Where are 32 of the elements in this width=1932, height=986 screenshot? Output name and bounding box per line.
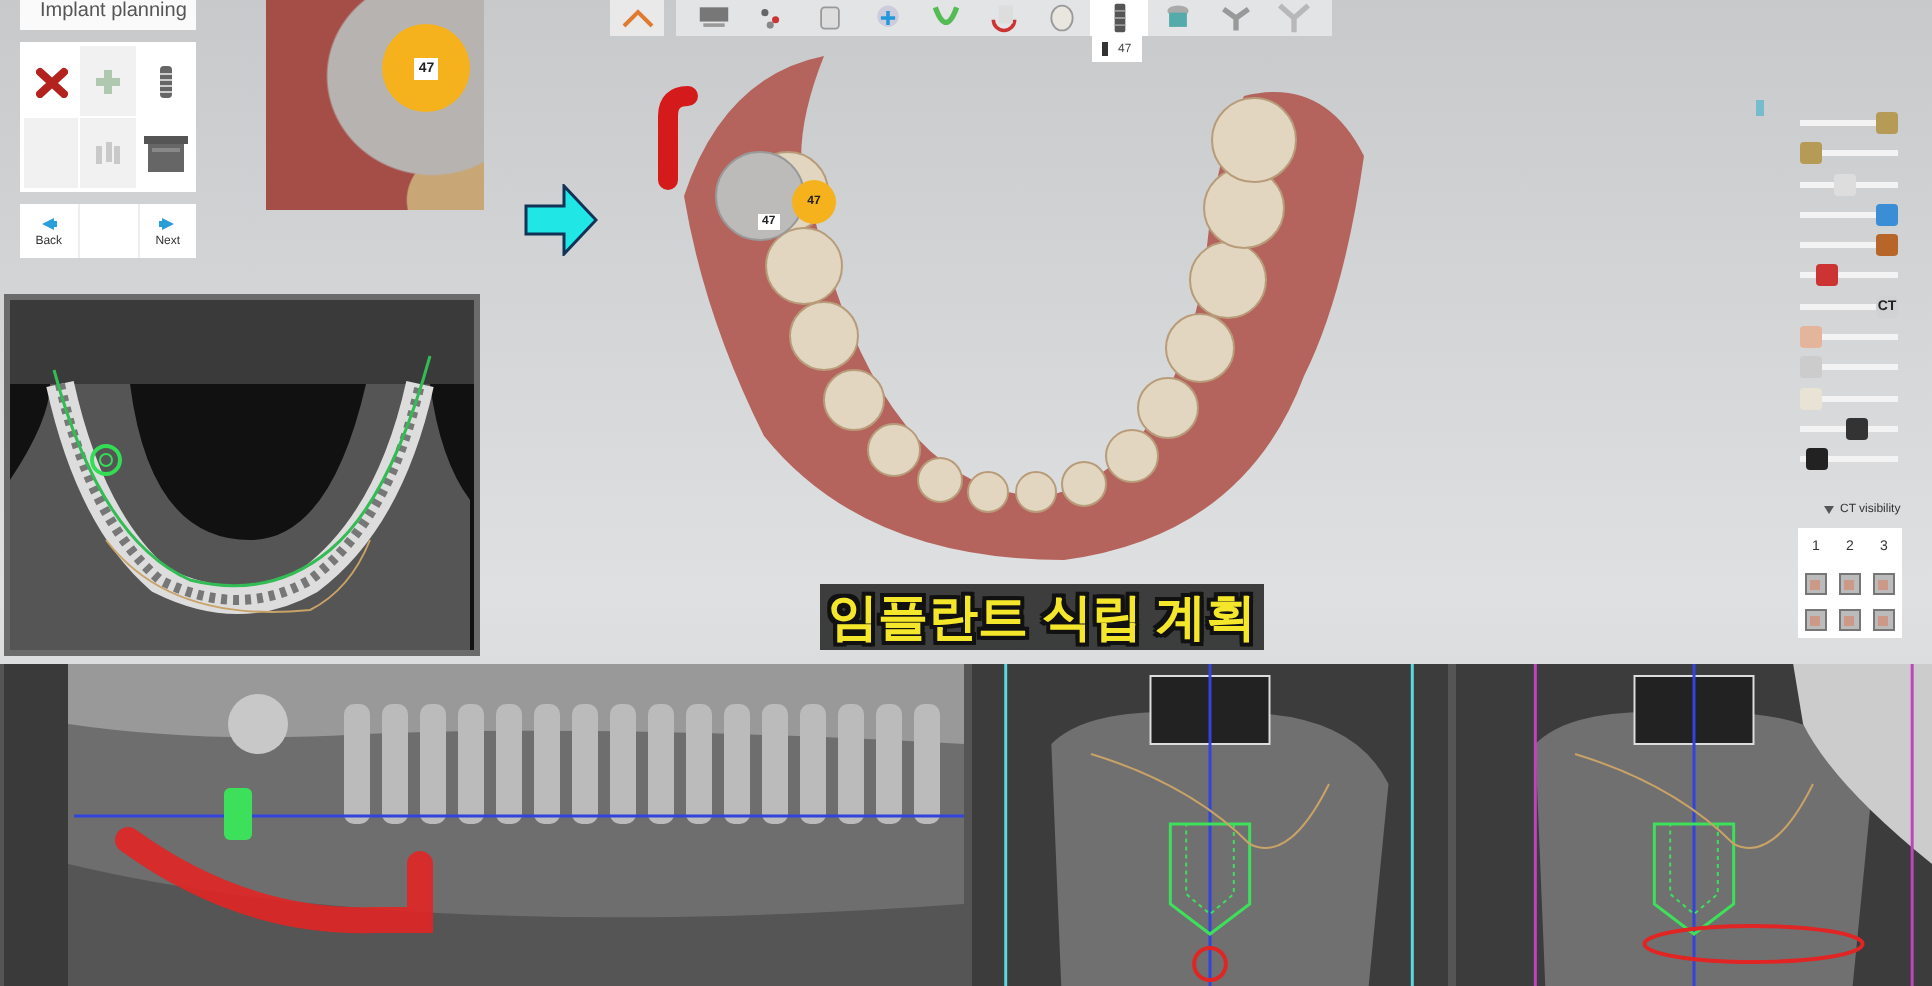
sleeve-icon (143, 135, 188, 171)
cube-icon (1872, 607, 1896, 632)
step-title: Implant planning (20, 0, 197, 30)
delete-icon (35, 65, 68, 97)
slider-handle[interactable] (1800, 326, 1822, 349)
slider-handle[interactable] (1876, 112, 1898, 134)
slider-handle[interactable] (1806, 448, 1829, 471)
slider-handle[interactable] (1800, 387, 1822, 410)
implant-icon (1102, 42, 1108, 56)
cube-icon (1804, 607, 1828, 632)
slider-handle[interactable] (1800, 356, 1822, 379)
fan-icon (1217, 2, 1253, 34)
plus-icon (94, 67, 123, 95)
implant-icon (157, 65, 174, 97)
cube-icon (1838, 571, 1862, 596)
implants-icon (94, 141, 123, 165)
slider-handle[interactable] (1815, 264, 1838, 287)
home-icon (621, 8, 653, 28)
cube-icon (1872, 571, 1896, 596)
home-button[interactable] (610, 0, 664, 36)
implant-icon (1111, 2, 1127, 34)
slider-handle[interactable] (1876, 234, 1898, 257)
caret-icon (1824, 506, 1834, 515)
cube-icon (1804, 571, 1828, 596)
cube-icon (1838, 607, 1862, 632)
caption: 임플란트 식립 계획 (820, 584, 1264, 650)
slider-handle[interactable] (1845, 417, 1868, 440)
implant-tool-button[interactable] (1090, 0, 1148, 36)
slider-handle[interactable] (1834, 173, 1857, 196)
slider-handle[interactable] (1876, 203, 1898, 226)
slider-handle[interactable] (1800, 142, 1822, 165)
right-arrow-icon (524, 184, 598, 256)
